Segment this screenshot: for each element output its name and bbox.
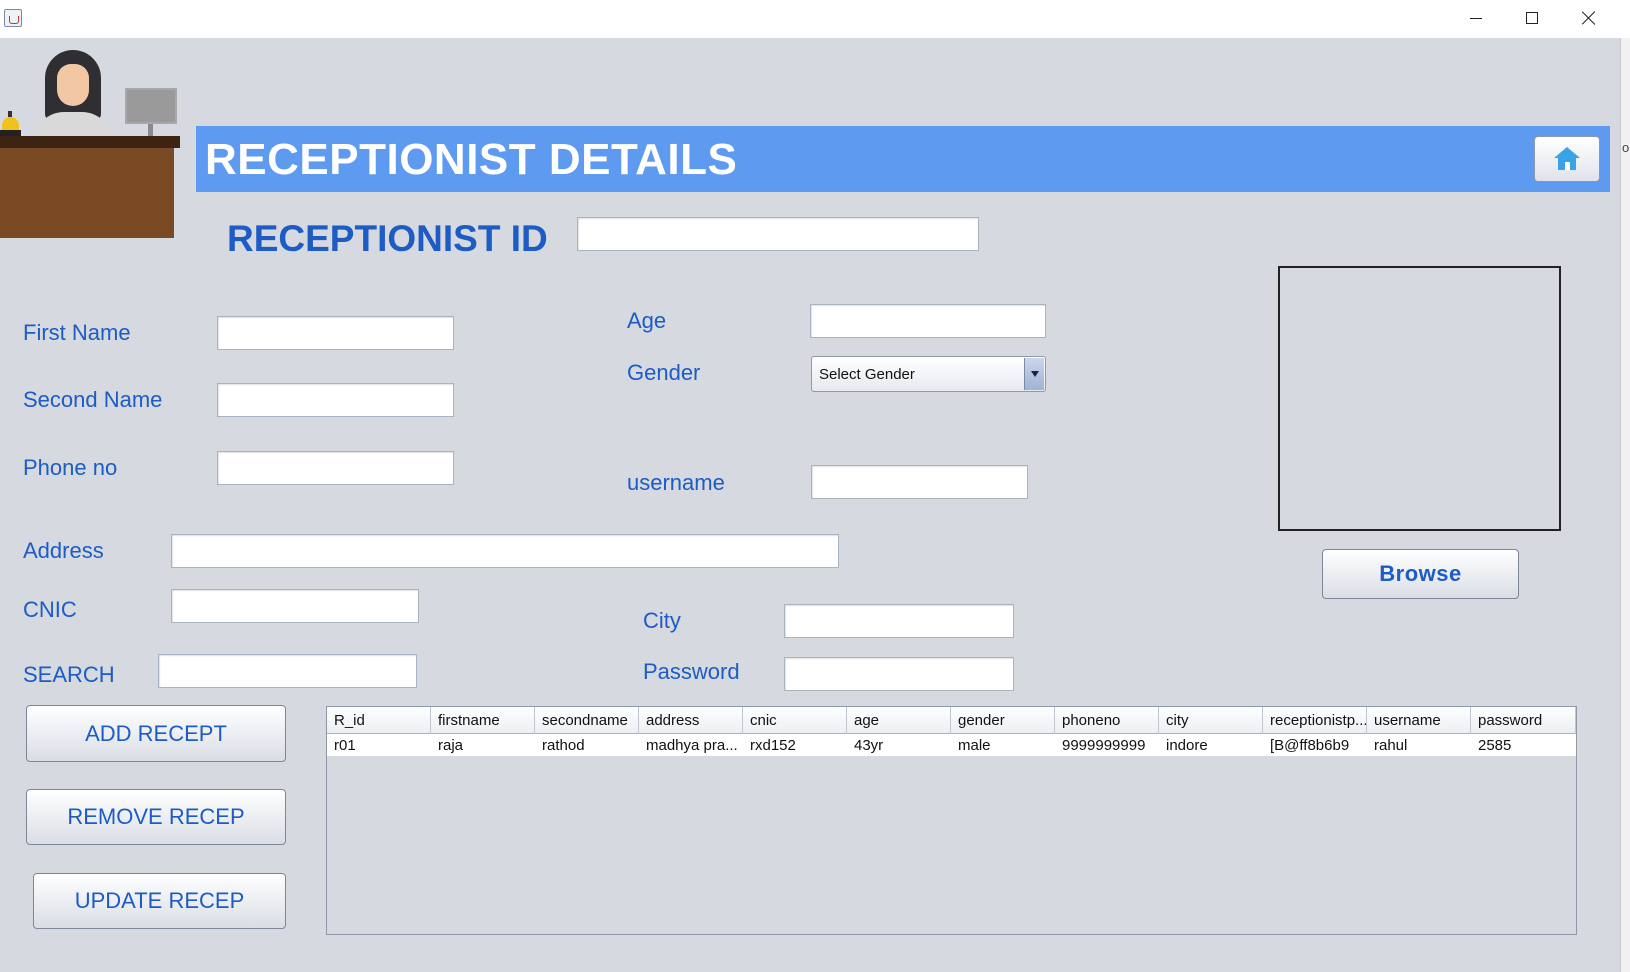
- second-name-input[interactable]: [217, 383, 454, 417]
- background-window-edge: [1620, 38, 1630, 972]
- column-header[interactable]: address: [639, 707, 743, 734]
- table-cell: rxd152: [750, 737, 796, 754]
- receptionist-table[interactable]: R_id firstname secondname address cnic a…: [326, 706, 1577, 935]
- first-name-label: First Name: [23, 320, 131, 345]
- phone-input[interactable]: [217, 451, 454, 485]
- header-banner: RECEPTIONIST DETAILS: [196, 126, 1610, 192]
- home-icon: [1554, 147, 1580, 171]
- column-header[interactable]: gender: [951, 707, 1055, 734]
- column-header[interactable]: R_id: [327, 707, 431, 734]
- age-input[interactable]: [810, 304, 1046, 338]
- second-name-label: Second Name: [23, 387, 163, 412]
- table-cell: indore: [1166, 737, 1208, 754]
- add-receptionist-button[interactable]: ADD RECEPT: [26, 705, 286, 762]
- column-header[interactable]: age: [847, 707, 951, 734]
- column-header[interactable]: firstname: [431, 707, 535, 734]
- password-input[interactable]: [784, 657, 1014, 691]
- table-cell: 43yr: [854, 737, 884, 754]
- username-input[interactable]: [811, 465, 1028, 499]
- receptionist-id-label: RECEPTIONIST ID: [227, 218, 548, 259]
- table-cell: rahul: [1374, 737, 1408, 754]
- gender-selected-value: Select Gender: [819, 366, 915, 383]
- receptionist-illustration: [0, 40, 182, 240]
- java-icon: [4, 9, 22, 27]
- maximize-icon: [1526, 12, 1538, 24]
- page-title: RECEPTIONIST DETAILS: [205, 135, 738, 184]
- table-cell: rathod: [542, 737, 585, 754]
- receptionist-id-input[interactable]: [577, 217, 979, 251]
- remove-receptionist-button[interactable]: REMOVE RECEP: [26, 789, 286, 845]
- cnic-input[interactable]: [171, 589, 419, 623]
- table-cell: raja: [438, 737, 464, 754]
- phone-label: Phone no: [23, 455, 118, 480]
- table-cell: r01: [334, 737, 356, 754]
- close-icon: [1582, 11, 1596, 25]
- table-cell: male: [958, 737, 991, 754]
- table-cell: madhya pra...: [646, 737, 738, 754]
- monitor-icon: [125, 88, 177, 124]
- browse-button[interactable]: Browse: [1322, 549, 1519, 599]
- first-name-input[interactable]: [217, 316, 454, 350]
- photo-preview: [1278, 266, 1561, 531]
- address-label: Address: [23, 538, 104, 563]
- table-cell: 2585: [1478, 737, 1512, 754]
- age-label: Age: [627, 308, 667, 333]
- minimize-button[interactable]: [1447, 0, 1505, 36]
- address-input[interactable]: [171, 534, 839, 568]
- maximize-button[interactable]: [1503, 0, 1561, 36]
- search-label: SEARCH: [23, 662, 115, 687]
- table-cell: 9999999999: [1062, 737, 1146, 754]
- search-input[interactable]: [158, 654, 417, 688]
- username-label: username: [627, 470, 725, 495]
- bell-icon: [2, 117, 19, 131]
- column-header[interactable]: receptionistp...: [1263, 707, 1367, 734]
- home-button[interactable]: [1534, 136, 1600, 182]
- update-receptionist-button[interactable]: UPDATE RECEP: [33, 873, 286, 929]
- table-header: R_id firstname secondname address cnic a…: [327, 707, 1576, 734]
- window-titlebar: [0, 0, 1630, 38]
- gender-select[interactable]: Select Gender: [811, 356, 1046, 392]
- table-row[interactable]: r01 raja rathod madhya pra... rxd152 43y…: [327, 734, 1576, 756]
- column-header[interactable]: secondname: [535, 707, 639, 734]
- column-header[interactable]: password: [1471, 707, 1576, 734]
- city-input[interactable]: [784, 604, 1014, 638]
- password-label: Password: [643, 659, 740, 684]
- cnic-label: CNIC: [23, 597, 77, 622]
- column-header[interactable]: cnic: [743, 707, 847, 734]
- minimize-icon: [1470, 17, 1482, 19]
- background-window-text: o: [1622, 140, 1630, 155]
- city-label: City: [643, 608, 681, 633]
- desk-icon: [0, 136, 180, 148]
- column-header[interactable]: username: [1367, 707, 1471, 734]
- table-cell: [B@ff8b6b9: [1270, 737, 1350, 754]
- close-button[interactable]: [1560, 0, 1618, 36]
- gender-label: Gender: [627, 360, 701, 385]
- chevron-down-icon[interactable]: [1024, 358, 1044, 390]
- column-header[interactable]: phoneno: [1055, 707, 1159, 734]
- column-header[interactable]: city: [1159, 707, 1263, 734]
